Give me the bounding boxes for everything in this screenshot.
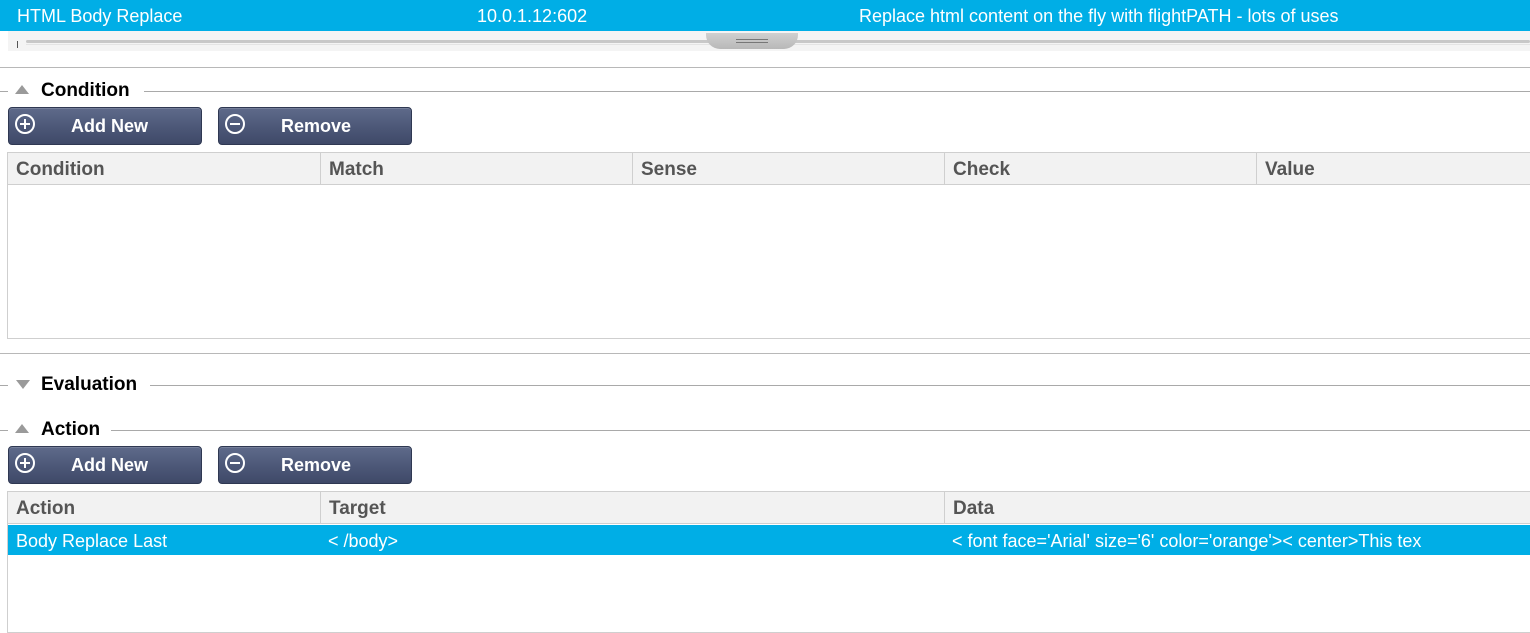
cell-action: Body Replace Last [16, 531, 168, 551]
service-name: HTML Body Replace [17, 6, 183, 26]
table-row[interactable]: Body Replace Last < /body> < font face='… [8, 525, 1530, 555]
condition-table-header: Condition Match Sense Check Value [8, 153, 1530, 185]
column-header-target[interactable]: Target [320, 492, 944, 523]
triangle-up-icon[interactable] [15, 424, 29, 433]
condition-table: Condition Match Sense Check Value [7, 152, 1530, 339]
divider [0, 353, 1530, 354]
minus-circle-icon [225, 114, 245, 134]
evaluation-section-title[interactable]: Evaluation [41, 374, 137, 396]
button-label: Remove [281, 116, 352, 136]
button-label: Add New [71, 455, 149, 475]
section-line [0, 385, 8, 386]
action-add-new-button[interactable]: Add New [8, 446, 202, 484]
column-header-action[interactable]: Action [8, 492, 320, 523]
section-line [150, 385, 1530, 386]
column-header-data[interactable]: Data [944, 492, 1530, 523]
plus-circle-icon [15, 114, 35, 134]
cell-target: < /body> [328, 531, 399, 551]
button-label: Add New [71, 116, 149, 136]
section-line [0, 91, 8, 92]
text-cursor [17, 41, 18, 48]
triangle-down-icon[interactable] [16, 380, 30, 389]
column-header-match[interactable]: Match [320, 153, 632, 184]
condition-section-title[interactable]: Condition [41, 80, 130, 102]
condition-add-new-button[interactable]: Add New [8, 107, 202, 145]
plus-circle-icon [15, 453, 35, 473]
action-table: Action Target Data Body Replace Last < /… [7, 491, 1530, 633]
service-description: Replace html content on the fly with fli… [859, 6, 1339, 26]
section-line [111, 430, 1530, 431]
service-address: 10.0.1.12:602 [477, 6, 588, 26]
column-header-sense[interactable]: Sense [632, 153, 944, 184]
column-header-value[interactable]: Value [1256, 153, 1530, 184]
splitter-grip-handle[interactable] [706, 33, 798, 49]
column-header-check[interactable]: Check [944, 153, 1256, 184]
service-row-selected[interactable]: HTML Body Replace 10.0.1.12:602 Replace … [0, 0, 1530, 31]
divider [0, 67, 1530, 68]
triangle-up-icon[interactable] [15, 85, 29, 94]
section-line [144, 91, 1530, 92]
section-line [0, 430, 8, 431]
action-remove-button[interactable]: Remove [218, 446, 412, 484]
action-table-header: Action Target Data [8, 492, 1530, 524]
button-label: Remove [281, 455, 352, 475]
minus-circle-icon [225, 453, 245, 473]
cell-data: < font face='Arial' size='6' color='oran… [952, 531, 1422, 551]
action-section-title[interactable]: Action [41, 419, 100, 441]
column-header-condition[interactable]: Condition [8, 153, 320, 184]
condition-remove-button[interactable]: Remove [218, 107, 412, 145]
